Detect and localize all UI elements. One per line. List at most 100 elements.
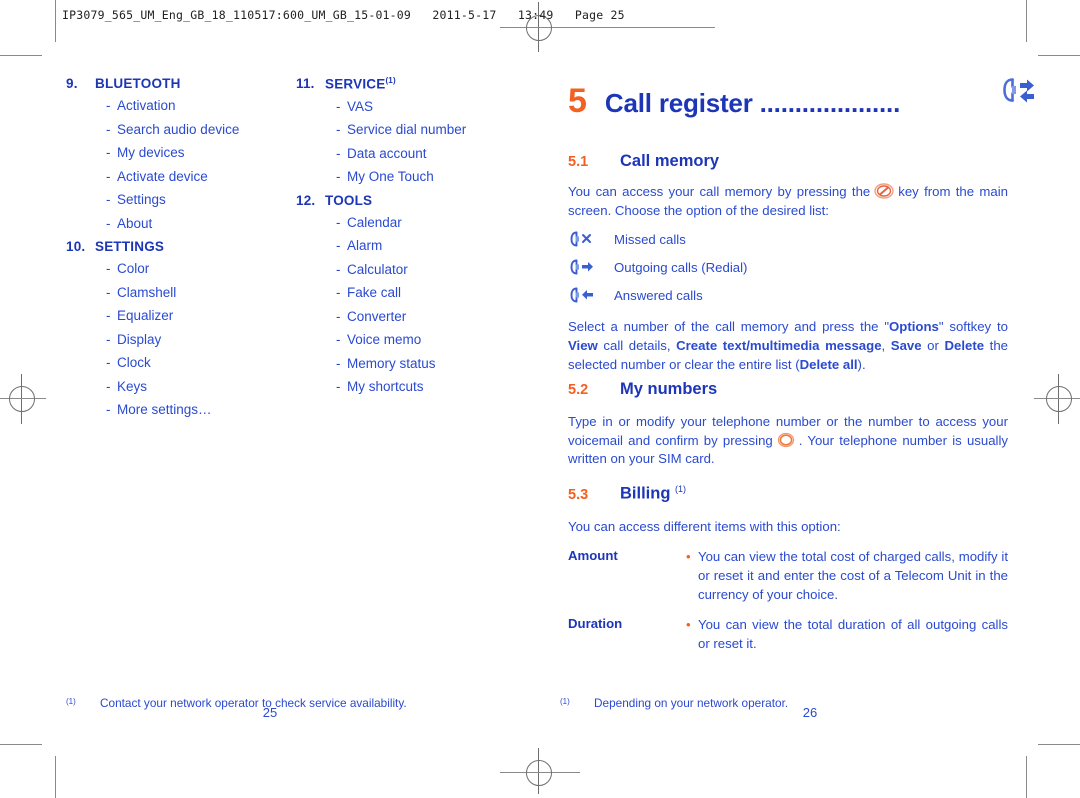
toc-item[interactable]: - Equalizer — [66, 308, 281, 323]
toc-dash: - — [336, 285, 341, 300]
toc-dash: - — [106, 192, 111, 207]
paragraph-text: " softkey to — [938, 319, 1008, 335]
billing-row: Duration • You can view the total durati… — [568, 616, 1008, 653]
toc-dash: - — [336, 308, 341, 324]
toc-item[interactable]: - My shortcuts — [296, 379, 511, 394]
toc-item[interactable]: - Clock — [66, 355, 281, 370]
toc-item-label: Display — [117, 331, 162, 347]
toc-section-heading: 11. SERVICE(1) — [296, 76, 511, 92]
toc-item[interactable]: - Display — [66, 332, 281, 347]
call-register-icon — [998, 70, 1040, 112]
toc-item-label: Equalizer — [117, 308, 174, 323]
toc-item[interactable]: - Keys — [66, 379, 281, 394]
paragraph-text: , — [881, 338, 891, 354]
toc-section-service: 11. SERVICE(1) - VAS - Service dial number… — [296, 76, 511, 184]
toc-item[interactable]: - My devices — [66, 145, 281, 160]
section-title-text: Billing — [620, 484, 671, 503]
section-billing: 5.3 Billing (1) You can access different… — [568, 484, 1008, 654]
paragraph-text: call details, — [597, 338, 677, 354]
billing-intro: You can access different items with this… — [568, 518, 841, 534]
toc-item[interactable]: - Fake call — [296, 285, 511, 300]
toc-item[interactable]: - Activation — [66, 98, 281, 113]
toc-dash: - — [106, 168, 111, 184]
toc-item[interactable]: - Calculator — [296, 262, 511, 277]
chapter-number: 5 — [568, 82, 587, 120]
list-item-label: Missed calls — [614, 231, 686, 247]
toc-section-heading: 12. TOOLS — [296, 193, 511, 208]
list-item[interactable]: Outgoing calls (Redial) — [568, 257, 1008, 277]
list-item[interactable]: Missed calls — [568, 229, 1008, 249]
list-item[interactable]: Answered calls — [568, 285, 1008, 305]
toc-item-label: My shortcuts — [347, 379, 424, 394]
toc-dash: - — [336, 238, 341, 253]
left-page: 9. BLUETOOTH - Activation - Search audio d… — [0, 0, 540, 798]
section-number: 5.2 — [568, 382, 589, 398]
my-numbers-text: Type in or modify your telephone number … — [568, 413, 1008, 469]
answered-calls-icon — [568, 285, 614, 305]
toc-item[interactable]: - Converter — [296, 309, 511, 324]
toc-item[interactable]: - Memory status — [296, 356, 511, 371]
toc-dash: - — [336, 98, 341, 114]
billing-row: Amount • You can view the total cost of … — [568, 548, 1008, 604]
billing-definition: You can view the total duration of all o… — [698, 617, 1008, 652]
toc-item-label: Calendar — [347, 214, 402, 230]
toc-section-number: 11. — [296, 76, 315, 91]
outgoing-calls-icon — [568, 257, 614, 277]
paragraph-text: or — [921, 338, 945, 354]
section-footnote-mark: (1) — [675, 484, 687, 494]
toc-dash: - — [106, 331, 111, 347]
toc-section-title: SERVICE(1) — [325, 76, 396, 92]
toc-item-label: Activate device — [117, 168, 208, 184]
chapter-heading: 5 Call register .................... — [568, 78, 1038, 120]
toc-item[interactable]: - More settings… — [66, 402, 281, 417]
left-page-folio: 25 — [262, 705, 278, 720]
toc-dash: - — [106, 121, 111, 137]
billing-term: Duration — [568, 616, 623, 632]
call-memory-intro: You can access your call memory by press… — [568, 183, 1008, 220]
toc-section-bluetooth: 9. BLUETOOTH - Activation - Search audio d… — [66, 76, 281, 231]
toc-item-label: Clamshell — [117, 284, 177, 300]
toc-dash: - — [106, 145, 111, 160]
billing-bullet: • — [686, 549, 691, 565]
toc-item[interactable]: - Color — [66, 261, 281, 276]
toc-item-label: Data account — [347, 145, 427, 161]
toc-item[interactable]: - Calendar — [296, 215, 511, 230]
section-heading: 5.3 Billing (1) — [568, 484, 1008, 504]
section-my-numbers: 5.2 My numbers Type in or modify your te… — [568, 380, 1008, 469]
toc-item[interactable]: - Settings — [66, 192, 281, 207]
toc-item[interactable]: - Voice memo — [296, 332, 511, 347]
toc-dash: - — [336, 145, 341, 161]
toc-item[interactable]: - About — [66, 216, 281, 231]
toc-item[interactable]: - Data account — [296, 146, 511, 161]
toc-item[interactable]: - Activate device — [66, 169, 281, 184]
toc-item[interactable]: - My One Touch — [296, 169, 511, 184]
toc-item[interactable]: - VAS — [296, 99, 511, 114]
toc-item[interactable]: - Alarm — [296, 238, 511, 253]
toc-item-label: Service dial number — [347, 122, 467, 137]
toc-item-label: Settings — [117, 192, 166, 207]
toc-section-settings: 10. SETTINGS - Color - Clamshell - Equalize… — [66, 239, 281, 417]
chapter-title: Call register .................... — [604, 88, 901, 118]
section-number: 5.1 — [568, 154, 589, 170]
toc-dash: - — [106, 261, 111, 276]
section-number: 5.3 — [568, 486, 589, 503]
call-memory-options-paragraph: Select a number of the call memory and p… — [568, 318, 1008, 374]
toc-section-title-text: SERVICE — [325, 76, 386, 92]
toc-dash: - — [336, 332, 341, 347]
toc-item[interactable]: - Search audio device — [66, 122, 281, 137]
toc-item[interactable]: - Clamshell — [66, 285, 281, 300]
emphasized-term: Delete — [944, 338, 985, 354]
section-heading: 5.2 My numbers — [568, 380, 1008, 399]
toc-item-label: Calculator — [347, 261, 408, 277]
toc-item[interactable]: - Service dial number — [296, 122, 511, 137]
ok-key-icon — [776, 432, 796, 447]
toc-dash: - — [106, 284, 111, 300]
toc-item-label: About — [117, 215, 153, 231]
toc-item-label: VAS — [347, 98, 374, 114]
toc-item-label: My One Touch — [347, 169, 434, 184]
call-memory-list: Missed calls Outgoing calls (Redial) Ans… — [568, 229, 1008, 305]
emphasized-term: Save — [890, 338, 922, 354]
toc-item-label: Memory status — [347, 355, 436, 371]
emphasized-term: Create text/multimedia message — [676, 338, 882, 354]
emphasized-term: View — [568, 338, 598, 354]
